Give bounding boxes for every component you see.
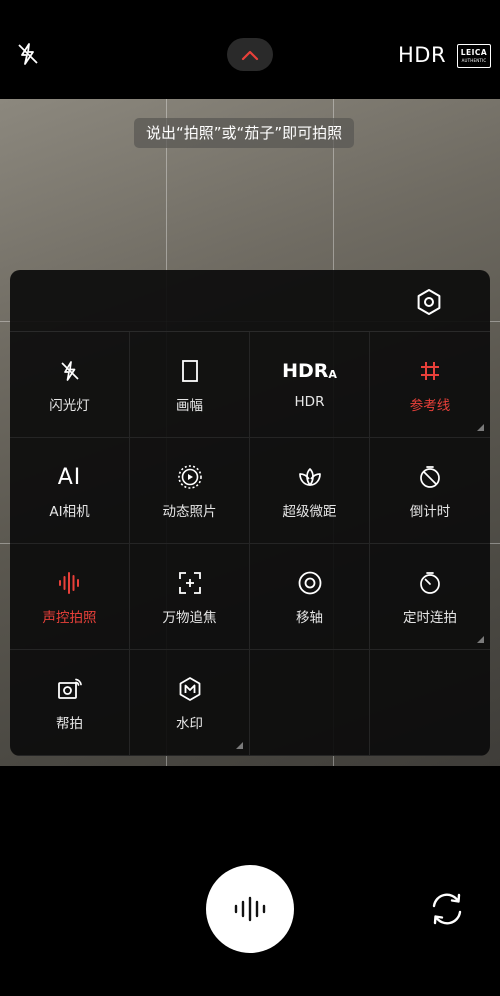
leica-logo[interactable]: LEICA AUTHENTIC [457,44,491,68]
panel-header [10,270,490,332]
shutter-button[interactable] [206,865,294,953]
empty-cell [370,650,490,756]
quick-setting-label: 水印 [176,716,203,732]
quick-setting-label: 移轴 [296,610,323,626]
quick-setting-label: 倒计时 [409,504,451,520]
hdr-icon-text: HDR [282,360,329,382]
quick-setting-label: 动态照片 [162,504,217,520]
aspect-ratio-icon [181,360,198,382]
quick-setting-label: 参考线 [409,398,451,414]
quick-setting-label: 定时连拍 [403,610,457,626]
tilt-shift-icon [298,571,321,595]
hdr-auto-icon: HDR A [282,358,337,384]
quick-setting-hdr[interactable]: HDR A HDR [250,332,370,438]
quick-setting-flash[interactable]: 闪光灯 [10,332,130,438]
hdr-toggle[interactable]: HDR [398,43,446,67]
more-options-indicator [477,424,484,431]
quick-setting-grid-lines[interactable]: 参考线 [370,332,490,438]
leica-logo-line2: AUTHENTIC [461,57,487,63]
quick-setting-tilt-shift[interactable]: 移轴 [250,544,370,650]
flash-off-icon [60,361,79,381]
quick-setting-label: HDR [294,394,325,410]
settings-hexagon-icon[interactable] [414,287,444,317]
quick-setting-label: 万物追焦 [162,610,217,626]
switch-camera-icon[interactable] [425,887,469,931]
settings-panel: 闪光灯 画幅 HDR A HDR 参考线 AI AI相机 动态照片 超级微距 倒… [10,270,490,756]
quick-setting-aspect-ratio[interactable]: 画幅 [130,332,250,438]
voice-wave-icon [234,896,266,922]
quick-setting-countdown[interactable]: 倒计时 [370,438,490,544]
watermark-icon [179,677,200,701]
quick-setting-label: 闪光灯 [49,398,90,414]
motion-photo-icon [177,465,202,489]
voice-wave-icon [58,572,79,594]
flash-off-icon[interactable] [14,40,42,68]
macro-flower-icon [298,468,321,486]
quick-settings-grid: 闪光灯 画幅 HDR A HDR 参考线 AI AI相机 动态照片 超级微距 倒… [10,332,490,756]
timed-burst-icon [420,572,440,594]
more-options-indicator [477,636,484,643]
quick-setting-label: AI相机 [49,504,90,520]
chevron-up-icon [241,50,259,60]
voice-hint-toast: 说出“拍照”或“茄子”即可拍照 [134,118,355,148]
empty-cell [250,650,370,756]
quick-setting-assist-shoot[interactable]: 帮拍 [10,650,130,756]
quick-setting-label: 声控拍照 [42,610,97,626]
grid-lines-icon [421,362,439,380]
quick-setting-super-macro[interactable]: 超级微距 [250,438,370,544]
quick-setting-label: 超级微距 [282,504,337,520]
camera-screen: HDR LEICA AUTHENTIC 说出“拍照”或“茄子”即可拍照 闪光灯 … [0,0,500,996]
quick-setting-watermark[interactable]: 水印 [130,650,250,756]
ai-icon-text: AI [57,464,82,490]
quick-setting-focus-tracking[interactable]: 万物追焦 [130,544,250,650]
focus-track-icon [178,572,201,594]
assist-shoot-icon [57,678,82,699]
more-options-indicator [236,742,243,749]
quick-setting-label: 帮拍 [56,716,83,732]
hdr-icon-sub: A [328,367,337,381]
quick-setting-timed-burst[interactable]: 定时连拍 [370,544,490,650]
quick-setting-motion-photo[interactable]: 动态照片 [130,438,250,544]
quick-setting-ai-camera[interactable]: AI AI相机 [10,438,130,544]
timer-off-icon [420,466,440,488]
quick-setting-voice-shutter[interactable]: 声控拍照 [10,544,130,650]
ai-icon: AI [58,464,82,490]
leica-logo-line1: LEICA [460,48,488,58]
quick-setting-label: 画幅 [176,398,203,414]
expand-panel-button[interactable] [227,38,273,71]
